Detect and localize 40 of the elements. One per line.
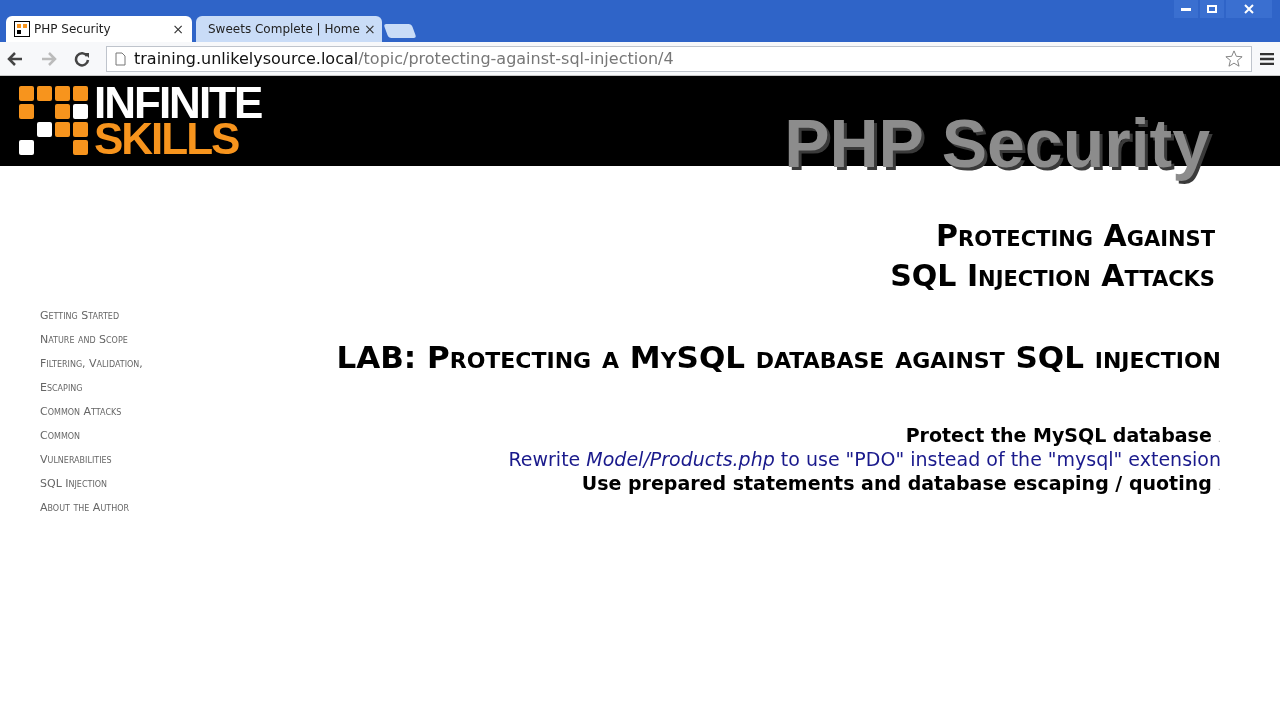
minimize-icon xyxy=(1181,7,1191,11)
favicon xyxy=(14,21,30,37)
browser-tab[interactable]: Sweets Complete | Home × xyxy=(196,16,382,42)
sidebar-link[interactable]: Common Attacks xyxy=(40,400,220,424)
sidebar-link[interactable]: SQL Injection xyxy=(40,472,220,496)
sidebar-link[interactable]: Vulnerabilities xyxy=(40,448,220,472)
page-title: Protecting Against xyxy=(935,217,1215,255)
new-tab-button[interactable] xyxy=(383,24,417,38)
instruction-text: Rewrite Model/Products.php to use "PDO" instead of the "mysql" extension xyxy=(508,446,1221,472)
lab-heading: LAB: Protecting a MySQL database against SQL injection xyxy=(336,338,1221,377)
logo-text: INFINITE xyxy=(94,85,262,121)
back-icon[interactable] xyxy=(6,50,24,67)
close-tab-button[interactable]: × xyxy=(363,18,376,40)
maximize-button[interactable] xyxy=(1200,0,1224,18)
sidebar-link[interactable]: Common xyxy=(40,424,220,448)
page-title: SQL Injection Attacks xyxy=(890,257,1215,295)
close-button[interactable] xyxy=(1226,0,1272,18)
dot-mark: . xyxy=(1217,431,1221,446)
url-text: training.unlikelysource.local/topic/protecting-against-sql-injection/4 xyxy=(134,47,674,70)
close-tab-button[interactable]: × xyxy=(172,18,184,40)
instruction-text: Use prepared statements and database escaping / quoting xyxy=(581,470,1212,496)
logo-squares-icon xyxy=(18,85,90,157)
sidebar-link[interactable]: Nature and Scope xyxy=(40,328,220,352)
maximize-icon xyxy=(1205,3,1219,15)
minimize-button[interactable] xyxy=(1174,0,1198,18)
sidebar-link[interactable]: Escaping xyxy=(40,376,220,400)
bookmark-star-icon[interactable] xyxy=(1225,49,1243,68)
browser-tab[interactable]: PHP Security × xyxy=(6,16,192,42)
reload-icon[interactable] xyxy=(74,50,90,67)
sidebar-link[interactable]: Getting Started xyxy=(40,304,220,328)
dot-mark: . xyxy=(1217,479,1221,494)
logo-text: SKILLS xyxy=(94,121,239,157)
close-icon xyxy=(1242,3,1256,15)
sidebar-link[interactable]: Filtering, Validation, xyxy=(40,352,220,376)
instruction-text: Protect the MySQL database xyxy=(905,422,1212,448)
page-icon xyxy=(115,51,126,66)
address-bar[interactable]: training.unlikelysource.local/topic/protecting-against-sql-injection/4 xyxy=(106,45,1252,72)
sidebar-link[interactable]: About the Author xyxy=(40,496,220,520)
banner-title: PHP Security xyxy=(784,104,1210,183)
menu-icon[interactable] xyxy=(1260,52,1274,65)
